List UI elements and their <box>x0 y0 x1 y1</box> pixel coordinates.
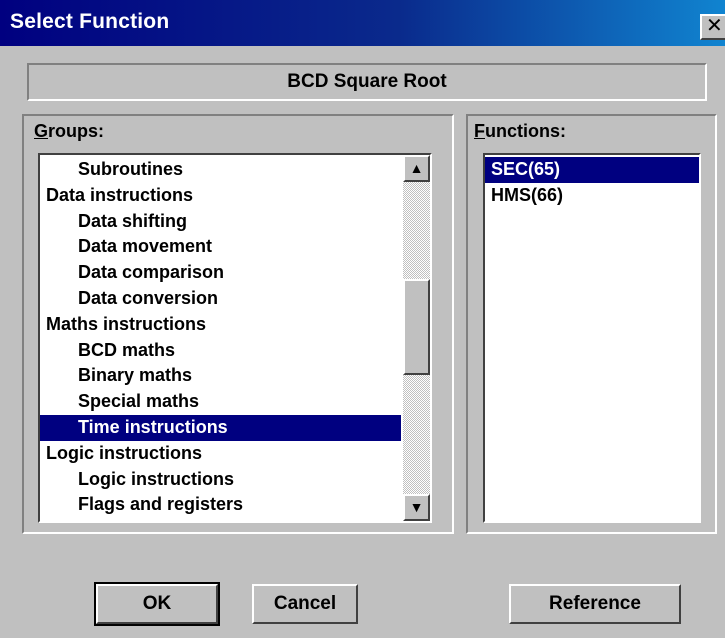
function-list-item[interactable]: SEC(65) <box>485 157 699 183</box>
window-title: Select Function <box>10 10 170 33</box>
scroll-up-button[interactable]: ▲ <box>403 155 430 182</box>
scroll-up-arrow-icon: ▲ <box>409 160 424 176</box>
group-list-item[interactable]: Logic instructions <box>40 467 401 493</box>
cancel-button[interactable]: Cancel <box>252 584 358 624</box>
group-list-item[interactable]: Data comparison <box>40 260 401 286</box>
reference-button[interactable]: Reference <box>509 584 681 624</box>
group-list-item[interactable]: Special maths <box>40 389 401 415</box>
scroll-down-button[interactable]: ▼ <box>403 494 430 521</box>
group-list-item[interactable]: Data movement <box>40 234 401 260</box>
select-function-dialog: Select Function ✕ BCD Square Root Groups… <box>0 0 725 638</box>
functions-items: SEC(65) HMS(66) <box>485 157 699 209</box>
function-list-item[interactable]: HMS(66) <box>485 183 699 209</box>
title-bar[interactable]: Select Function ✕ <box>0 0 725 46</box>
group-list-item[interactable]: Binary maths <box>40 363 401 389</box>
group-list-item[interactable]: BCD maths <box>40 338 401 364</box>
group-list-item[interactable]: Time instructions <box>40 414 401 441</box>
group-list-item[interactable]: Logic instructions <box>40 441 401 467</box>
group-list-item[interactable]: Maths instructions <box>40 312 401 338</box>
functions-label: Functions: <box>474 121 566 141</box>
group-list-item[interactable]: Data instructions <box>40 183 401 209</box>
group-list-item[interactable]: Flags and registers <box>40 492 401 518</box>
close-icon: ✕ <box>706 15 723 37</box>
group-list-item[interactable]: Data conversion <box>40 286 401 312</box>
groups-listbox[interactable]: Subroutines Data instructions Data shiftin… <box>38 153 432 523</box>
functions-listbox[interactable]: SEC(65) HMS(66) <box>483 153 701 523</box>
close-button[interactable]: ✕ <box>700 14 725 40</box>
selected-function-display: BCD Square Root <box>27 63 707 101</box>
scroll-down-arrow-icon: ▼ <box>409 499 424 515</box>
scroll-thumb[interactable] <box>403 279 430 376</box>
group-list-item[interactable]: Subroutines <box>40 157 401 183</box>
groups-label: Groups: <box>34 121 105 141</box>
group-list-item[interactable]: Data shifting <box>40 209 401 235</box>
groups-scrollbar[interactable]: ▲ ▼ <box>403 155 430 521</box>
groups-items: Subroutines Data instructions Data shiftin… <box>40 157 401 518</box>
ok-button[interactable]: OK <box>94 582 220 626</box>
